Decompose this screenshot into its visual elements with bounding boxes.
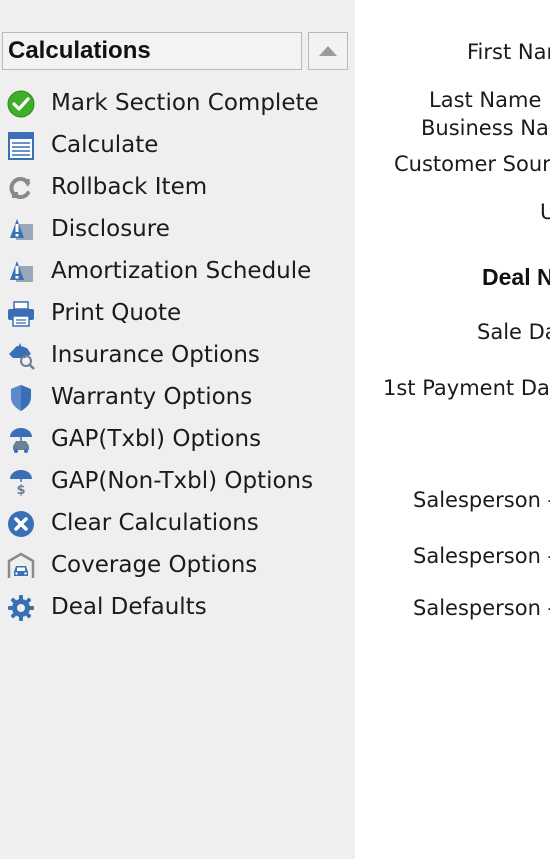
salesperson-3-label: Salesperson - — [413, 596, 550, 620]
check-circle-icon — [6, 89, 36, 119]
menu-item-label: Disclosure — [51, 216, 170, 242]
menu-item-label: GAP(Non-Txbl) Options — [51, 468, 314, 494]
salesperson-1-label: Salesperson - — [413, 488, 550, 512]
last-name-label: Last Name — [429, 88, 542, 112]
menu-item-coverage-options[interactable]: Coverage Options — [0, 544, 350, 586]
menu-item-label: Rollback Item — [51, 174, 208, 200]
menu-item-mark-section-complete[interactable]: Mark Section Complete — [0, 82, 350, 124]
disclosure-icon — [6, 215, 36, 245]
calculator-icon — [6, 131, 36, 161]
menu-item-clear-calculations[interactable]: Clear Calculations — [0, 502, 350, 544]
deal-form-area: First Nar Last Name Business Nar Custome… — [355, 0, 550, 859]
menu-item-label: Deal Defaults — [51, 594, 207, 620]
close-circle-icon — [6, 509, 36, 539]
umbrella-dollar-icon: $ — [6, 467, 36, 497]
menu-item-gap-txbl-options[interactable]: GAP(Txbl) Options — [0, 418, 350, 460]
panel-title: Calculations — [2, 32, 302, 70]
first-name-label: First Nar — [467, 40, 550, 64]
menu-item-label: Mark Section Complete — [51, 90, 319, 116]
panel-header: Calculations — [2, 32, 348, 72]
menu-item-label: GAP(Txbl) Options — [51, 426, 262, 452]
calculations-menu: Mark Section Complete Calculate Rollback… — [0, 82, 355, 628]
menu-item-insurance-options[interactable]: Insurance Options — [0, 334, 350, 376]
calculations-panel: Calculations Mark Section Complete Calcu… — [0, 0, 355, 859]
menu-item-disclosure[interactable]: Disclosure — [0, 208, 350, 250]
chevron-up-icon — [319, 46, 337, 56]
rollback-icon — [6, 173, 36, 203]
insurance-icon — [6, 341, 36, 371]
shield-icon — [6, 383, 36, 413]
svg-text:$: $ — [16, 483, 25, 496]
menu-item-warranty-options[interactable]: Warranty Options — [0, 376, 350, 418]
umbrella-car-icon — [6, 425, 36, 455]
menu-item-print-quote[interactable]: Print Quote — [0, 292, 350, 334]
menu-item-label: Amortization Schedule — [51, 258, 312, 284]
first-payment-date-label: 1st Payment Da — [383, 376, 550, 400]
deal-section-heading: Deal N — [482, 264, 550, 290]
gear-icon — [6, 593, 36, 623]
menu-item-rollback-item[interactable]: Rollback Item — [0, 166, 350, 208]
car-garage-icon — [6, 551, 36, 581]
sale-date-label: Sale Da — [477, 320, 550, 344]
menu-item-label: Clear Calculations — [51, 510, 259, 536]
collapse-panel-button[interactable] — [308, 32, 348, 70]
menu-item-deal-defaults[interactable]: Deal Defaults — [0, 586, 350, 628]
customer-source-label: Customer Sour — [394, 152, 550, 176]
menu-item-label: Print Quote — [51, 300, 182, 326]
amortization-icon — [6, 257, 36, 287]
menu-item-calculate[interactable]: Calculate — [0, 124, 350, 166]
menu-item-label: Calculate — [51, 132, 159, 158]
menu-item-label: Coverage Options — [51, 552, 258, 578]
printer-icon — [6, 299, 36, 329]
u-label: U — [540, 200, 550, 224]
salesperson-2-label: Salesperson - — [413, 544, 550, 568]
menu-item-label: Warranty Options — [51, 384, 253, 410]
menu-item-amortization-schedule[interactable]: Amortization Schedule — [0, 250, 350, 292]
menu-item-gap-non-txbl-options[interactable]: $ GAP(Non-Txbl) Options — [0, 460, 350, 502]
menu-item-label: Insurance Options — [51, 342, 260, 368]
business-name-label: Business Nar — [421, 116, 550, 140]
